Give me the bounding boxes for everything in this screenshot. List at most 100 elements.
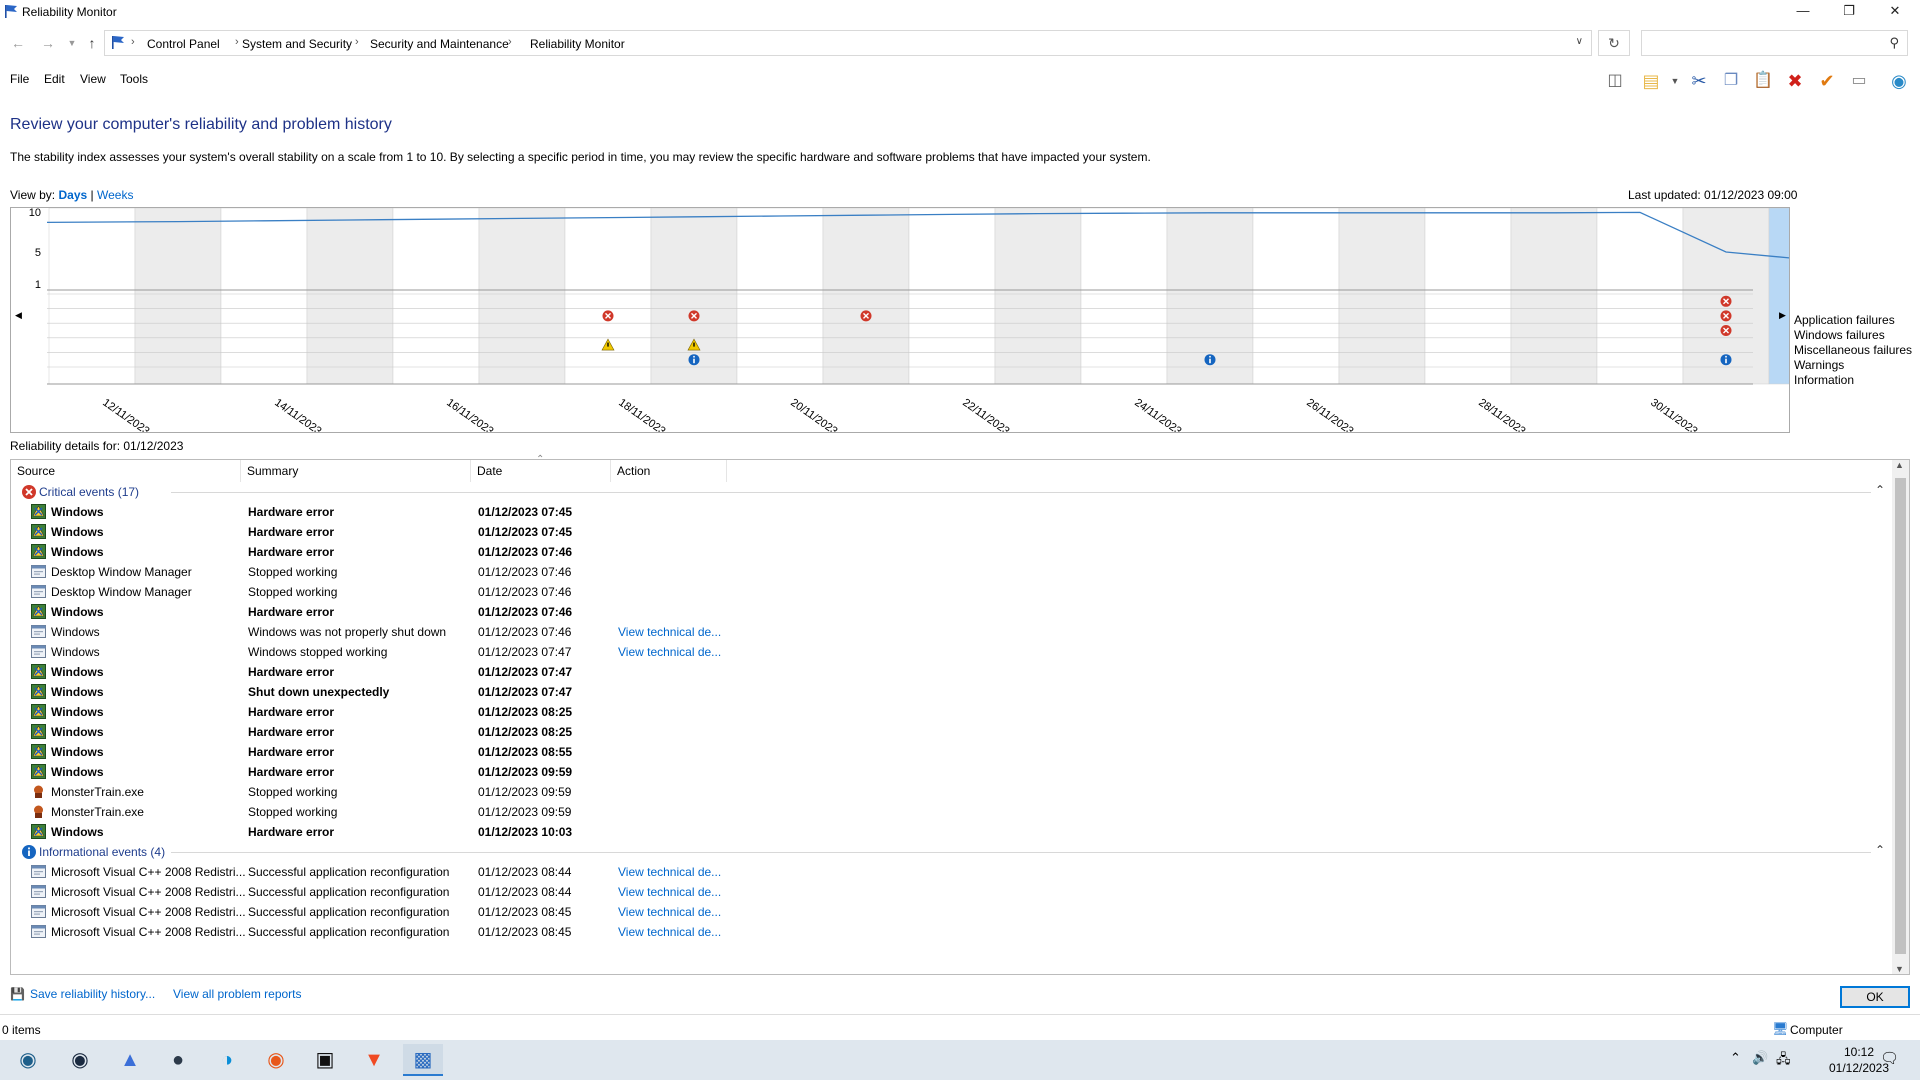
event-row[interactable]: Desktop Window Manager Stopped working 01/… [11, 562, 1893, 582]
view-by-weeks-link[interactable]: Weeks [97, 188, 133, 202]
column-header-source[interactable]: Source [11, 460, 241, 482]
menu-file[interactable]: File [10, 72, 29, 86]
close-button[interactable]: ✕ [1872, 0, 1918, 24]
menu-edit[interactable]: Edit [44, 72, 65, 86]
event-row[interactable]: Windows Hardware error 01/12/2023 07:47 [11, 662, 1893, 682]
event-row[interactable]: Windows Hardware error 01/12/2023 08:25 [11, 702, 1893, 722]
ok-button[interactable]: OK [1840, 986, 1910, 1008]
address-dropdown-chevron-icon[interactable]: ∨ [1576, 36, 1583, 47]
day-column[interactable] [220, 208, 308, 385]
edge-icon[interactable]: ◑ [207, 1044, 247, 1076]
breadcrumb-control-panel[interactable]: Control Panel [147, 37, 220, 51]
event-row[interactable]: Microsoft Visual C++ 2008 Redistri... Suc… [11, 882, 1893, 902]
event-row[interactable]: Desktop Window Manager Stopped working 01/… [11, 582, 1893, 602]
event-row[interactable]: Windows Shut down unexpectedly 01/12/2023 … [11, 682, 1893, 702]
back-button[interactable]: ← [8, 33, 28, 53]
cut-icon[interactable]: ✂ [1686, 68, 1712, 94]
control-panel-icon[interactable]: ▩ [403, 1044, 443, 1076]
event-row[interactable]: Windows Hardware error 01/12/2023 08:55 [11, 742, 1893, 762]
recent-locations-chevron-icon[interactable]: ▼ [62, 33, 82, 53]
view-technical-details-link[interactable]: View technical de... [618, 885, 721, 899]
view-technical-details-link[interactable]: View technical de... [618, 645, 721, 659]
column-header-summary[interactable]: Summary [241, 460, 471, 482]
start-button-icon[interactable]: ◉ [8, 1044, 48, 1076]
event-row[interactable]: Windows Hardware error 01/12/2023 10:03 [11, 822, 1893, 842]
breadcrumb-system-and-security[interactable]: System and Security [242, 37, 352, 51]
notifications-icon[interactable]: 🗨 [1880, 1049, 1899, 1067]
menu-tools[interactable]: Tools [120, 72, 148, 86]
view-technical-details-link[interactable]: View technical de... [618, 905, 721, 919]
event-row[interactable]: Windows Windows was not properly shut dow… [11, 622, 1893, 642]
restore-button[interactable]: ❐ [1826, 0, 1872, 24]
day-column[interactable] [1424, 208, 1512, 385]
refresh-button[interactable]: ↻ [1598, 30, 1630, 56]
view-technical-details-link[interactable]: View technical de... [618, 865, 721, 879]
brave-icon[interactable]: ▼ [354, 1044, 394, 1076]
address-field[interactable]: › Control Panel › System and Security › … [104, 30, 1592, 56]
steam-icon[interactable]: ◉ [60, 1044, 100, 1076]
capcut-icon[interactable]: ▣ [305, 1044, 345, 1076]
event-row[interactable]: Windows Hardware error 01/12/2023 07:46 [11, 602, 1893, 622]
firefox-icon[interactable]: ◉ [256, 1044, 296, 1076]
volume-icon[interactable]: 🔊 [1752, 1050, 1768, 1066]
event-group-label[interactable]: Critical events (17) [39, 485, 139, 499]
event-row[interactable]: Windows Hardware error 01/12/2023 08:25 [11, 722, 1893, 742]
day-column[interactable] [306, 208, 394, 385]
save-reliability-history-link[interactable]: Save reliability history... [30, 987, 155, 1001]
minimize-button[interactable]: — [1780, 0, 1826, 24]
copy-icon[interactable]: ❐ [1718, 68, 1744, 94]
event-group-label[interactable]: Informational events (4) [39, 845, 165, 859]
event-row[interactable]: Microsoft Visual C++ 2008 Redistri... Suc… [11, 922, 1893, 942]
event-group-error[interactable]: Critical events (17) ⌃ [11, 482, 1893, 502]
column-header-action[interactable]: Action [611, 460, 727, 482]
selected-day-column[interactable] [1768, 208, 1789, 385]
day-column[interactable] [134, 208, 222, 385]
event-row[interactable]: Windows Windows stopped working 01/12/2023… [11, 642, 1893, 662]
view-technical-details-link[interactable]: View technical de... [618, 625, 721, 639]
scroll-down-icon[interactable]: ▼ [1895, 964, 1904, 974]
breadcrumb-security-and-maintenance[interactable]: Security and Maintenance [370, 37, 509, 51]
day-column[interactable] [908, 208, 996, 385]
day-column[interactable] [478, 208, 566, 385]
day-column[interactable] [994, 208, 1082, 385]
breadcrumb-reliability-monitor[interactable]: Reliability Monitor [530, 37, 625, 51]
day-column[interactable] [1252, 208, 1340, 385]
preview-pane-icon[interactable]: ◫ [1602, 68, 1628, 94]
view-by-days-link[interactable]: Days [58, 188, 87, 202]
chart-scroll-left-icon[interactable]: ◀ [15, 310, 22, 320]
forward-button[interactable]: → [38, 33, 58, 53]
paste-icon[interactable]: 📋 [1750, 68, 1776, 94]
event-row[interactable]: Windows Hardware error 01/12/2023 09:59 [11, 762, 1893, 782]
collapse-group-chevron-icon[interactable]: ⌃ [1875, 843, 1885, 857]
day-column[interactable] [564, 208, 652, 385]
day-column[interactable] [48, 208, 136, 385]
event-row[interactable]: MonsterTrain.exe Stopped working 01/12/202… [11, 802, 1893, 822]
events-list[interactable]: Source Summary Date Action ⌃ Critical ev… [10, 454, 1910, 975]
arc-icon[interactable]: ▲ [110, 1044, 150, 1076]
day-column[interactable] [822, 208, 910, 385]
event-row[interactable]: MonsterTrain.exe Stopped working 01/12/202… [11, 782, 1893, 802]
scroll-up-icon[interactable]: ▲ [1895, 460, 1904, 470]
up-button[interactable]: ↑ [82, 33, 102, 53]
chart-scroll-right-icon[interactable]: ▶ [1779, 310, 1786, 320]
collapse-group-chevron-icon[interactable]: ⌃ [1875, 483, 1885, 497]
tray-chevron-up-icon[interactable]: ⌃ [1730, 1050, 1741, 1066]
event-row[interactable]: Windows Hardware error 01/12/2023 07:45 [11, 522, 1893, 542]
vertical-scrollbar[interactable]: ▲ ▼ [1892, 460, 1909, 974]
day-column[interactable] [392, 208, 480, 385]
day-column[interactable] [1596, 208, 1684, 385]
globe-icon[interactable]: ◉ [1886, 68, 1912, 94]
view-technical-details-link[interactable]: View technical de... [618, 925, 721, 939]
day-column[interactable] [736, 208, 824, 385]
check-icon[interactable]: ✔ [1814, 68, 1840, 94]
day-column[interactable] [1080, 208, 1168, 385]
network-icon[interactable]: 🖧 [1776, 1050, 1791, 1072]
event-row[interactable]: Windows Hardware error 01/12/2023 07:46 [11, 542, 1893, 562]
options-chevron-icon[interactable]: ▼ [1662, 68, 1688, 94]
folder-options-icon[interactable]: ▤ [1638, 68, 1664, 94]
event-group-info[interactable]: Informational events (4) ⌃ [11, 842, 1893, 862]
menu-view[interactable]: View [80, 72, 106, 86]
day-column[interactable] [1338, 208, 1426, 385]
day-column[interactable] [1510, 208, 1598, 385]
view-all-problem-reports-link[interactable]: View all problem reports [173, 987, 302, 1001]
